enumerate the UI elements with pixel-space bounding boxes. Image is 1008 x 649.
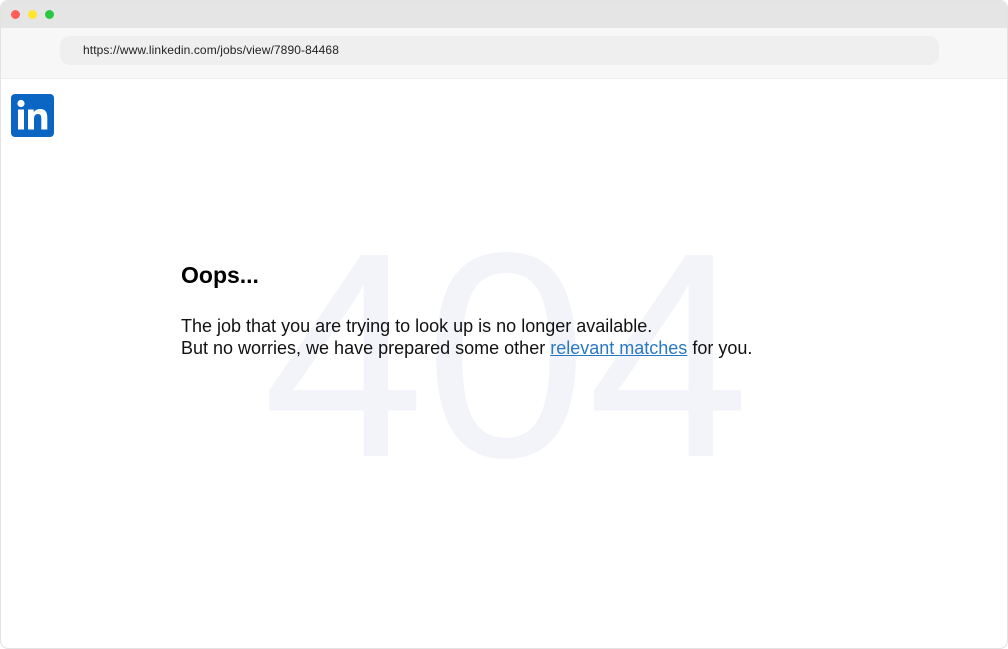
maximize-window-button[interactable]	[45, 10, 54, 19]
minimize-window-button[interactable]	[28, 10, 37, 19]
url-text[interactable]: https://www.linkedin.com/jobs/view/7890-…	[83, 43, 339, 57]
error-title: Oops...	[181, 262, 259, 288]
title-bar	[1, 1, 1007, 28]
relevant-matches-link[interactable]: relevant matches	[550, 338, 687, 358]
error-line-1: The job that you are trying to look up i…	[181, 316, 653, 336]
close-window-button[interactable]	[11, 10, 20, 19]
browser-toolbar: https://www.linkedin.com/jobs/view/7890-…	[1, 28, 1007, 79]
error-line-2-start: But no worries, we have prepared some ot…	[181, 338, 546, 358]
linkedin-logo-icon[interactable]	[11, 94, 54, 137]
error-description: The job that you are trying to look up i…	[181, 315, 881, 359]
error-message-block: Oops... The job that you are trying to l…	[181, 259, 881, 359]
error-line-2-end: for you.	[692, 338, 753, 358]
address-bar[interactable]: https://www.linkedin.com/jobs/view/7890-…	[60, 36, 939, 65]
linkedin-logo-glyph	[17, 99, 48, 130]
browser-window: https://www.linkedin.com/jobs/view/7890-…	[0, 0, 1008, 649]
error-line-2: But no worries, we have prepared some ot…	[181, 337, 881, 359]
